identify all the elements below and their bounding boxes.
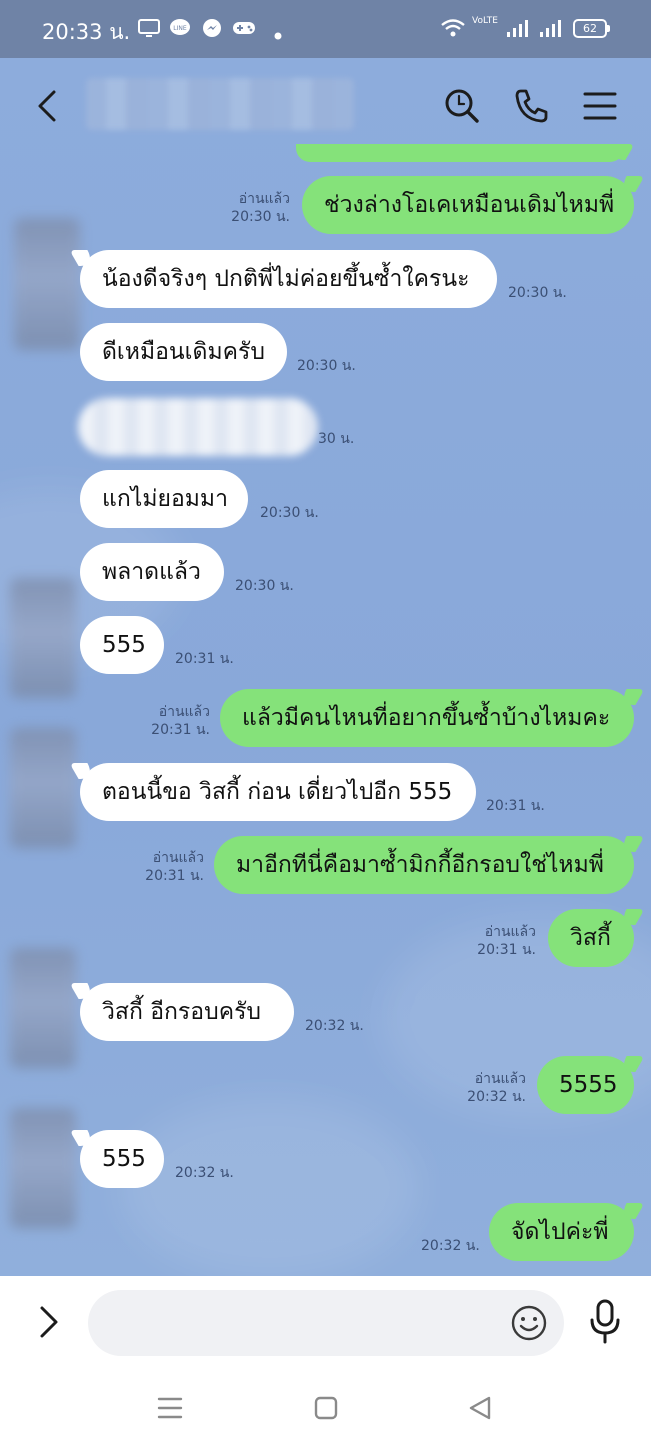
chevron-right-icon[interactable]: [34, 1302, 64, 1346]
message-time: 20:30 น.: [297, 358, 356, 374]
message-text: ช่วงล่างโอเคเหมือนเดิมไหมพี่: [324, 192, 615, 218]
read-receipt: อ่านแล้ว: [152, 850, 204, 866]
message-text: ดีเหมือนเดิมครับ: [102, 339, 265, 365]
message-meta: อ่านแล้ว 20:31 น.: [142, 703, 210, 739]
message-time: 20:32 น.: [175, 1165, 234, 1181]
wifi-icon: [440, 18, 466, 42]
read-receipt: อ่านแล้ว: [484, 924, 536, 940]
avatar[interactable]: [10, 728, 76, 848]
message-bubble-out[interactable]: แล้วมีคนไหนที่อยากขึ้นซ้ำบ้างไหมคะ: [220, 689, 634, 747]
message-time: 20:30 น.: [231, 209, 290, 225]
home-icon[interactable]: [312, 1394, 340, 1426]
message-meta: อ่านแล้ว 20:32 น.: [458, 1070, 526, 1106]
contact-name: [86, 78, 354, 130]
message-bubble-out-partial[interactable]: [296, 144, 624, 162]
message-meta: อ่านแล้ว 20:31 น.: [468, 923, 536, 959]
search-icon[interactable]: [443, 86, 481, 130]
message-meta: อ่านแล้ว 20:31 น.: [136, 849, 204, 885]
message-bubble-in[interactable]: 555: [80, 616, 164, 674]
message-bubble-out[interactable]: จัดไปค่ะพี่: [489, 1203, 634, 1261]
recents-icon[interactable]: [156, 1394, 184, 1426]
avatar[interactable]: [14, 218, 80, 350]
message-meta: อ่านแล้ว 20:30 น.: [222, 190, 290, 226]
message-text: 5555: [559, 1072, 618, 1098]
message-time: 20:32 น.: [421, 1238, 480, 1254]
message-bubble-out[interactable]: วิสกี้: [548, 909, 634, 967]
menu-icon[interactable]: [582, 86, 618, 130]
chat-header: [0, 58, 651, 156]
message-time: 20:32 น.: [305, 1018, 364, 1034]
dot-icon: [274, 25, 282, 44]
message-bubble-in[interactable]: แกไม่ยอมมา: [80, 470, 248, 528]
message-bubble-out[interactable]: 5555: [537, 1056, 634, 1114]
chat-area[interactable]: อ่านแล้ว 20:30 น. ช่วงล่างโอเคเหมือนเดิม…: [0, 58, 651, 1276]
microphone-icon[interactable]: [586, 1298, 624, 1350]
message-bubble-out[interactable]: ช่วงล่างโอเคเหมือนเดิมไหมพี่: [302, 176, 634, 234]
emoji-icon[interactable]: [510, 1304, 548, 1346]
message-text: จัดไปค่ะพี่: [511, 1219, 609, 1245]
phone-icon[interactable]: [512, 86, 550, 130]
avatar[interactable]: [10, 948, 76, 1068]
message-input-box[interactable]: [88, 1290, 564, 1356]
message-text: วิสกี้: [570, 925, 611, 951]
message-text: พลาดแล้ว: [102, 559, 201, 585]
message-text: 555: [102, 1146, 146, 1172]
avatar[interactable]: [10, 578, 76, 698]
message-text: มาอีกทีนี่คือมาซ้ำมิกกี้อีกรอบใช่ไหมพี่: [236, 852, 604, 878]
signal-icon: [505, 18, 531, 42]
messenger-icon: [201, 18, 223, 42]
volte-icon: VoLTE: [472, 16, 498, 26]
line-app-icon: LINE: [169, 18, 191, 42]
message-text: 555: [102, 632, 146, 658]
composer-bar: [0, 1276, 651, 1448]
message-text: แกไม่ยอมมา: [102, 486, 229, 512]
signal-icon: [538, 18, 564, 42]
message-time: 20:31 น.: [486, 798, 545, 814]
screen-icon: [138, 18, 160, 42]
avatar[interactable]: [10, 1108, 76, 1228]
message-text: ตอนนี้ขอ วิสกี้ ก่อน เดี่ยวไปอีก 555: [102, 779, 453, 805]
read-receipt: อ่านแล้ว: [158, 704, 210, 720]
message-time: 20:31 น.: [477, 942, 536, 958]
message-bubble-in[interactable]: ดีเหมือนเดิมครับ: [80, 323, 287, 381]
battery-icon: 62: [573, 19, 610, 38]
message-bubble-in[interactable]: วิสกี้ อีกรอบครับ: [80, 983, 294, 1041]
message-time: 20:30 น.: [508, 285, 567, 301]
message-time: 20:31 น.: [175, 651, 234, 667]
message-bubble-in[interactable]: น้องดีจริงๆ ปกติพี่ไม่ค่อยขึ้นซ้ำใครนะ: [80, 250, 497, 308]
message-bubble-in[interactable]: ตอนนี้ขอ วิสกี้ ก่อน เดี่ยวไปอีก 555: [80, 763, 476, 821]
message-bubble-in[interactable]: 555: [80, 1130, 164, 1188]
message-time: 20:31 น.: [145, 868, 204, 884]
message-time: 20:30 น.: [235, 578, 294, 594]
message-bubble-in[interactable]: พลาดแล้ว: [80, 543, 224, 601]
status-bar: 20:33 น. LINE VoLTE 62: [0, 0, 651, 58]
status-time: 20:33 น.: [42, 20, 131, 44]
message-bubble-in-blurred[interactable]: [78, 398, 318, 456]
message-text: วิสกี้ อีกรอบครับ: [102, 999, 262, 1025]
message-time: 30 น.: [318, 431, 355, 447]
message-time: 20:32 น.: [467, 1089, 526, 1105]
back-triangle-icon[interactable]: [466, 1394, 494, 1426]
message-bubble-out[interactable]: มาอีกทีนี่คือมาซ้ำมิกกี้อีกรอบใช่ไหมพี่: [214, 836, 634, 894]
read-receipt: อ่านแล้ว: [474, 1071, 526, 1087]
message-time: 20:30 น.: [260, 505, 319, 521]
svg-text:LINE: LINE: [173, 25, 187, 32]
message-time: 20:31 น.: [151, 722, 210, 738]
message-text: แล้วมีคนไหนที่อยากขึ้นซ้ำบ้างไหมคะ: [242, 705, 611, 731]
read-receipt: อ่านแล้ว: [238, 191, 290, 207]
message-text: น้องดีจริงๆ ปกติพี่ไม่ค่อยขึ้นซ้ำใครนะ: [102, 266, 470, 292]
chevron-left-icon[interactable]: [30, 86, 66, 130]
game-controller-icon: [232, 18, 256, 42]
message-input[interactable]: [112, 1306, 512, 1340]
